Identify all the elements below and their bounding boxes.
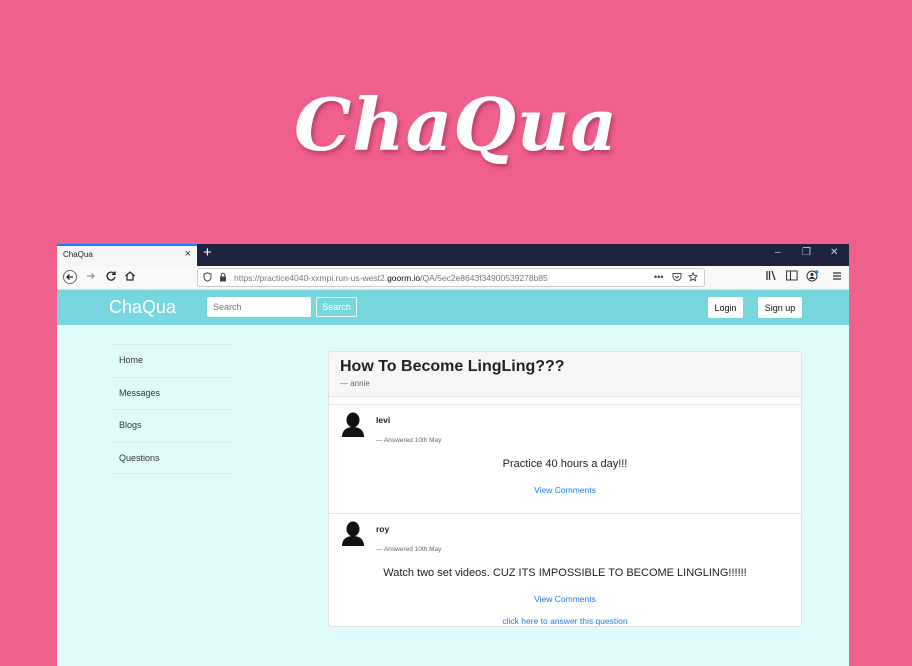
sidebar-item-home[interactable]: Home bbox=[112, 344, 234, 377]
browser-window: ChaQua × + – ❐ ✕ https://practice4040-xx… bbox=[57, 244, 849, 666]
url-host: goorm.io bbox=[387, 273, 421, 283]
lock-icon bbox=[219, 272, 227, 284]
question-header: How To Become LingLing??? — annie bbox=[329, 352, 801, 397]
browser-navbar: https://practice4040-xxmpi.run-us-west2.… bbox=[57, 266, 849, 290]
view-comments-link[interactable]: View Comments bbox=[329, 485, 801, 495]
question-title: How To Become LingLing??? bbox=[340, 358, 565, 375]
bookmark-star-icon[interactable] bbox=[687, 271, 699, 284]
user-silhouette-icon bbox=[341, 411, 365, 437]
answer-item: roy — Answered 10th May Watch two set vi… bbox=[329, 513, 801, 623]
url-text[interactable]: https://practice4040-xxmpi.run-us-west2.… bbox=[234, 273, 548, 283]
browser-tab[interactable]: ChaQua × bbox=[57, 244, 197, 266]
minimize-icon[interactable]: – bbox=[775, 247, 781, 258]
user-silhouette-icon bbox=[341, 520, 365, 546]
answer-item: levi — Answered 10th May Practice 40 hou… bbox=[329, 404, 801, 514]
view-comments-link[interactable]: View Comments bbox=[329, 594, 801, 604]
tab-bar: ChaQua × + – ❐ ✕ bbox=[57, 244, 849, 266]
answer-username: roy bbox=[376, 524, 390, 534]
answer-question-link[interactable]: click here to answer this question bbox=[329, 616, 801, 626]
answer-date: — Answered 10th May bbox=[376, 437, 442, 444]
sidebar-item-messages[interactable]: Messages bbox=[112, 376, 234, 410]
question-author: — annie bbox=[340, 379, 370, 388]
back-icon[interactable] bbox=[63, 270, 77, 287]
menu-icon[interactable] bbox=[832, 270, 842, 284]
page-actions-icon[interactable]: ••• bbox=[654, 272, 663, 282]
sidebar-item-questions[interactable]: Questions bbox=[112, 441, 234, 474]
forward-icon[interactable] bbox=[85, 270, 97, 285]
address-bar[interactable]: https://practice4040-xxmpi.run-us-west2.… bbox=[197, 268, 705, 287]
answer-date: — Answered 10th May bbox=[376, 546, 442, 553]
sidebar-nav: Home Messages Blogs Questions bbox=[112, 344, 234, 474]
signup-button[interactable]: Sign up bbox=[758, 297, 802, 318]
home-icon[interactable] bbox=[124, 270, 136, 285]
url-path: /QA/5ec2e8643f34900539278b85 bbox=[420, 273, 548, 283]
reload-icon[interactable] bbox=[105, 270, 117, 285]
new-tab-button[interactable]: + bbox=[203, 244, 212, 261]
account-icon[interactable] bbox=[806, 270, 819, 285]
question-card: How To Become LingLing??? — annie levi —… bbox=[328, 351, 802, 627]
search-button[interactable]: Search bbox=[316, 297, 357, 317]
answer-text: Watch two set videos. CUZ ITS IMPOSSIBLE… bbox=[383, 567, 747, 579]
tab-title: ChaQua bbox=[63, 250, 93, 259]
sidebar-item-blogs[interactable]: Blogs bbox=[112, 409, 234, 442]
login-button[interactable]: Login bbox=[708, 297, 743, 318]
sidebar-toggle-icon[interactable] bbox=[786, 270, 798, 284]
search-input[interactable] bbox=[207, 297, 311, 317]
hero-title: ChaQua bbox=[293, 82, 619, 167]
library-icon[interactable] bbox=[766, 270, 778, 284]
site-header: ChaQua Search Login Sign up bbox=[57, 290, 849, 325]
site-brand[interactable]: ChaQua bbox=[109, 297, 176, 318]
answer-username: levi bbox=[376, 415, 391, 425]
restore-icon[interactable]: ❐ bbox=[802, 247, 811, 258]
shield-icon[interactable] bbox=[203, 272, 212, 284]
pocket-icon[interactable] bbox=[672, 272, 682, 284]
url-prefix: https://practice4040-xxmpi.run-us-west2. bbox=[234, 273, 388, 283]
close-window-icon[interactable]: ✕ bbox=[830, 247, 838, 258]
close-tab-icon[interactable]: × bbox=[185, 248, 191, 260]
answer-text: Practice 40 hours a day!!! bbox=[502, 458, 628, 470]
